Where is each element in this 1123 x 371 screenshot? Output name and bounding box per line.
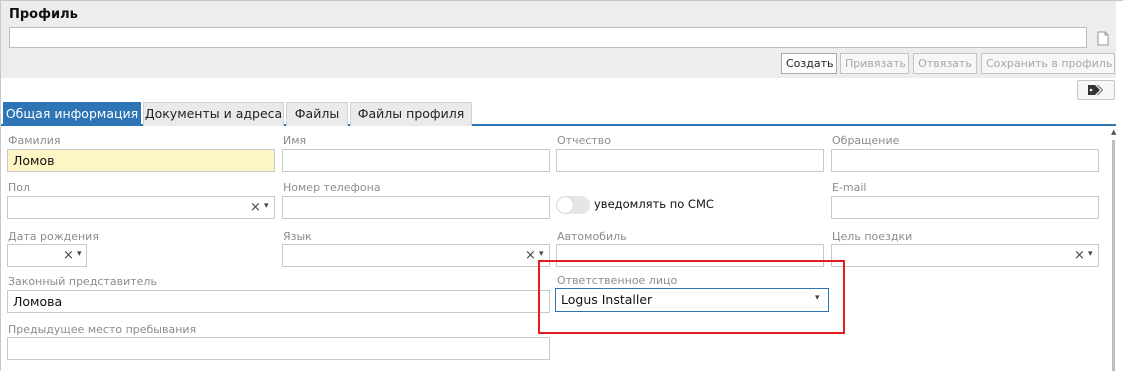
birth-date-label: Дата рождения: [8, 230, 99, 243]
tags-button[interactable]: [1077, 80, 1115, 100]
tab-general-info[interactable]: Общая информация: [3, 102, 141, 126]
create-button[interactable]: Создать: [781, 53, 837, 74]
tab-files[interactable]: Файлы: [286, 102, 348, 126]
trip-purpose-label: Цель поездки: [832, 230, 913, 243]
legal-rep-input[interactable]: Ломова: [7, 290, 550, 313]
email-input[interactable]: [831, 196, 1099, 219]
email-label: E-mail: [832, 181, 867, 194]
prev-place-label: Предыдущее место пребывания: [8, 323, 197, 336]
birth-date-clear-icon[interactable]: ×: [63, 248, 74, 263]
bind-button[interactable]: Привязать: [840, 53, 909, 74]
birth-date-caret-icon[interactable]: ▾: [77, 249, 82, 259]
tab-profile-files[interactable]: Файлы профиля: [350, 102, 472, 126]
scrollbar-thumb[interactable]: [1112, 140, 1115, 371]
birth-date-input[interactable]: [7, 244, 87, 267]
tag-icon: [1088, 85, 1103, 95]
document-icon[interactable]: [1093, 28, 1113, 48]
save-to-profile-button[interactable]: Сохранить в профиль: [981, 53, 1115, 74]
prev-place-input[interactable]: [7, 337, 550, 360]
sms-toggle-label: уведомлять по СМС: [594, 197, 714, 211]
patronymic-label: Отчество: [557, 134, 612, 147]
sms-toggle-knob[interactable]: [557, 197, 573, 213]
surname-input[interactable]: Ломов: [7, 149, 275, 172]
surname-label: Фамилия: [8, 134, 61, 147]
car-label: Автомобиль: [557, 230, 627, 243]
phone-input[interactable]: [282, 196, 550, 219]
gender-caret-icon[interactable]: ▾: [264, 201, 269, 211]
salutation-input[interactable]: [831, 149, 1099, 172]
trip-purpose-select[interactable]: [831, 244, 1099, 267]
tab-documents-addresses[interactable]: Документы и адреса: [143, 102, 284, 126]
legal-rep-label: Законный представитель: [8, 275, 157, 288]
gender-select[interactable]: [7, 196, 275, 219]
salutation-label: Обращение: [832, 134, 900, 147]
scroll-up-icon[interactable]: ▲: [1111, 128, 1116, 136]
highlight-box: [538, 260, 845, 334]
name-label: Имя: [283, 134, 307, 147]
trip-purpose-clear-icon[interactable]: ×: [1074, 248, 1085, 263]
gender-label: Пол: [8, 181, 31, 194]
phone-label: Номер телефона: [283, 181, 381, 194]
unbind-button[interactable]: Отвязать: [913, 53, 977, 74]
language-select[interactable]: [282, 244, 550, 267]
patronymic-input[interactable]: [556, 149, 824, 172]
profile-title: Профиль: [9, 7, 78, 22]
name-input[interactable]: [282, 149, 550, 172]
language-clear-icon[interactable]: ×: [525, 248, 536, 263]
gender-clear-icon[interactable]: ×: [250, 200, 261, 215]
language-caret-icon[interactable]: ▾: [539, 249, 544, 259]
language-label: Язык: [283, 230, 312, 243]
trip-purpose-caret-icon[interactable]: ▾: [1088, 249, 1093, 259]
profile-input[interactable]: [9, 27, 1087, 48]
